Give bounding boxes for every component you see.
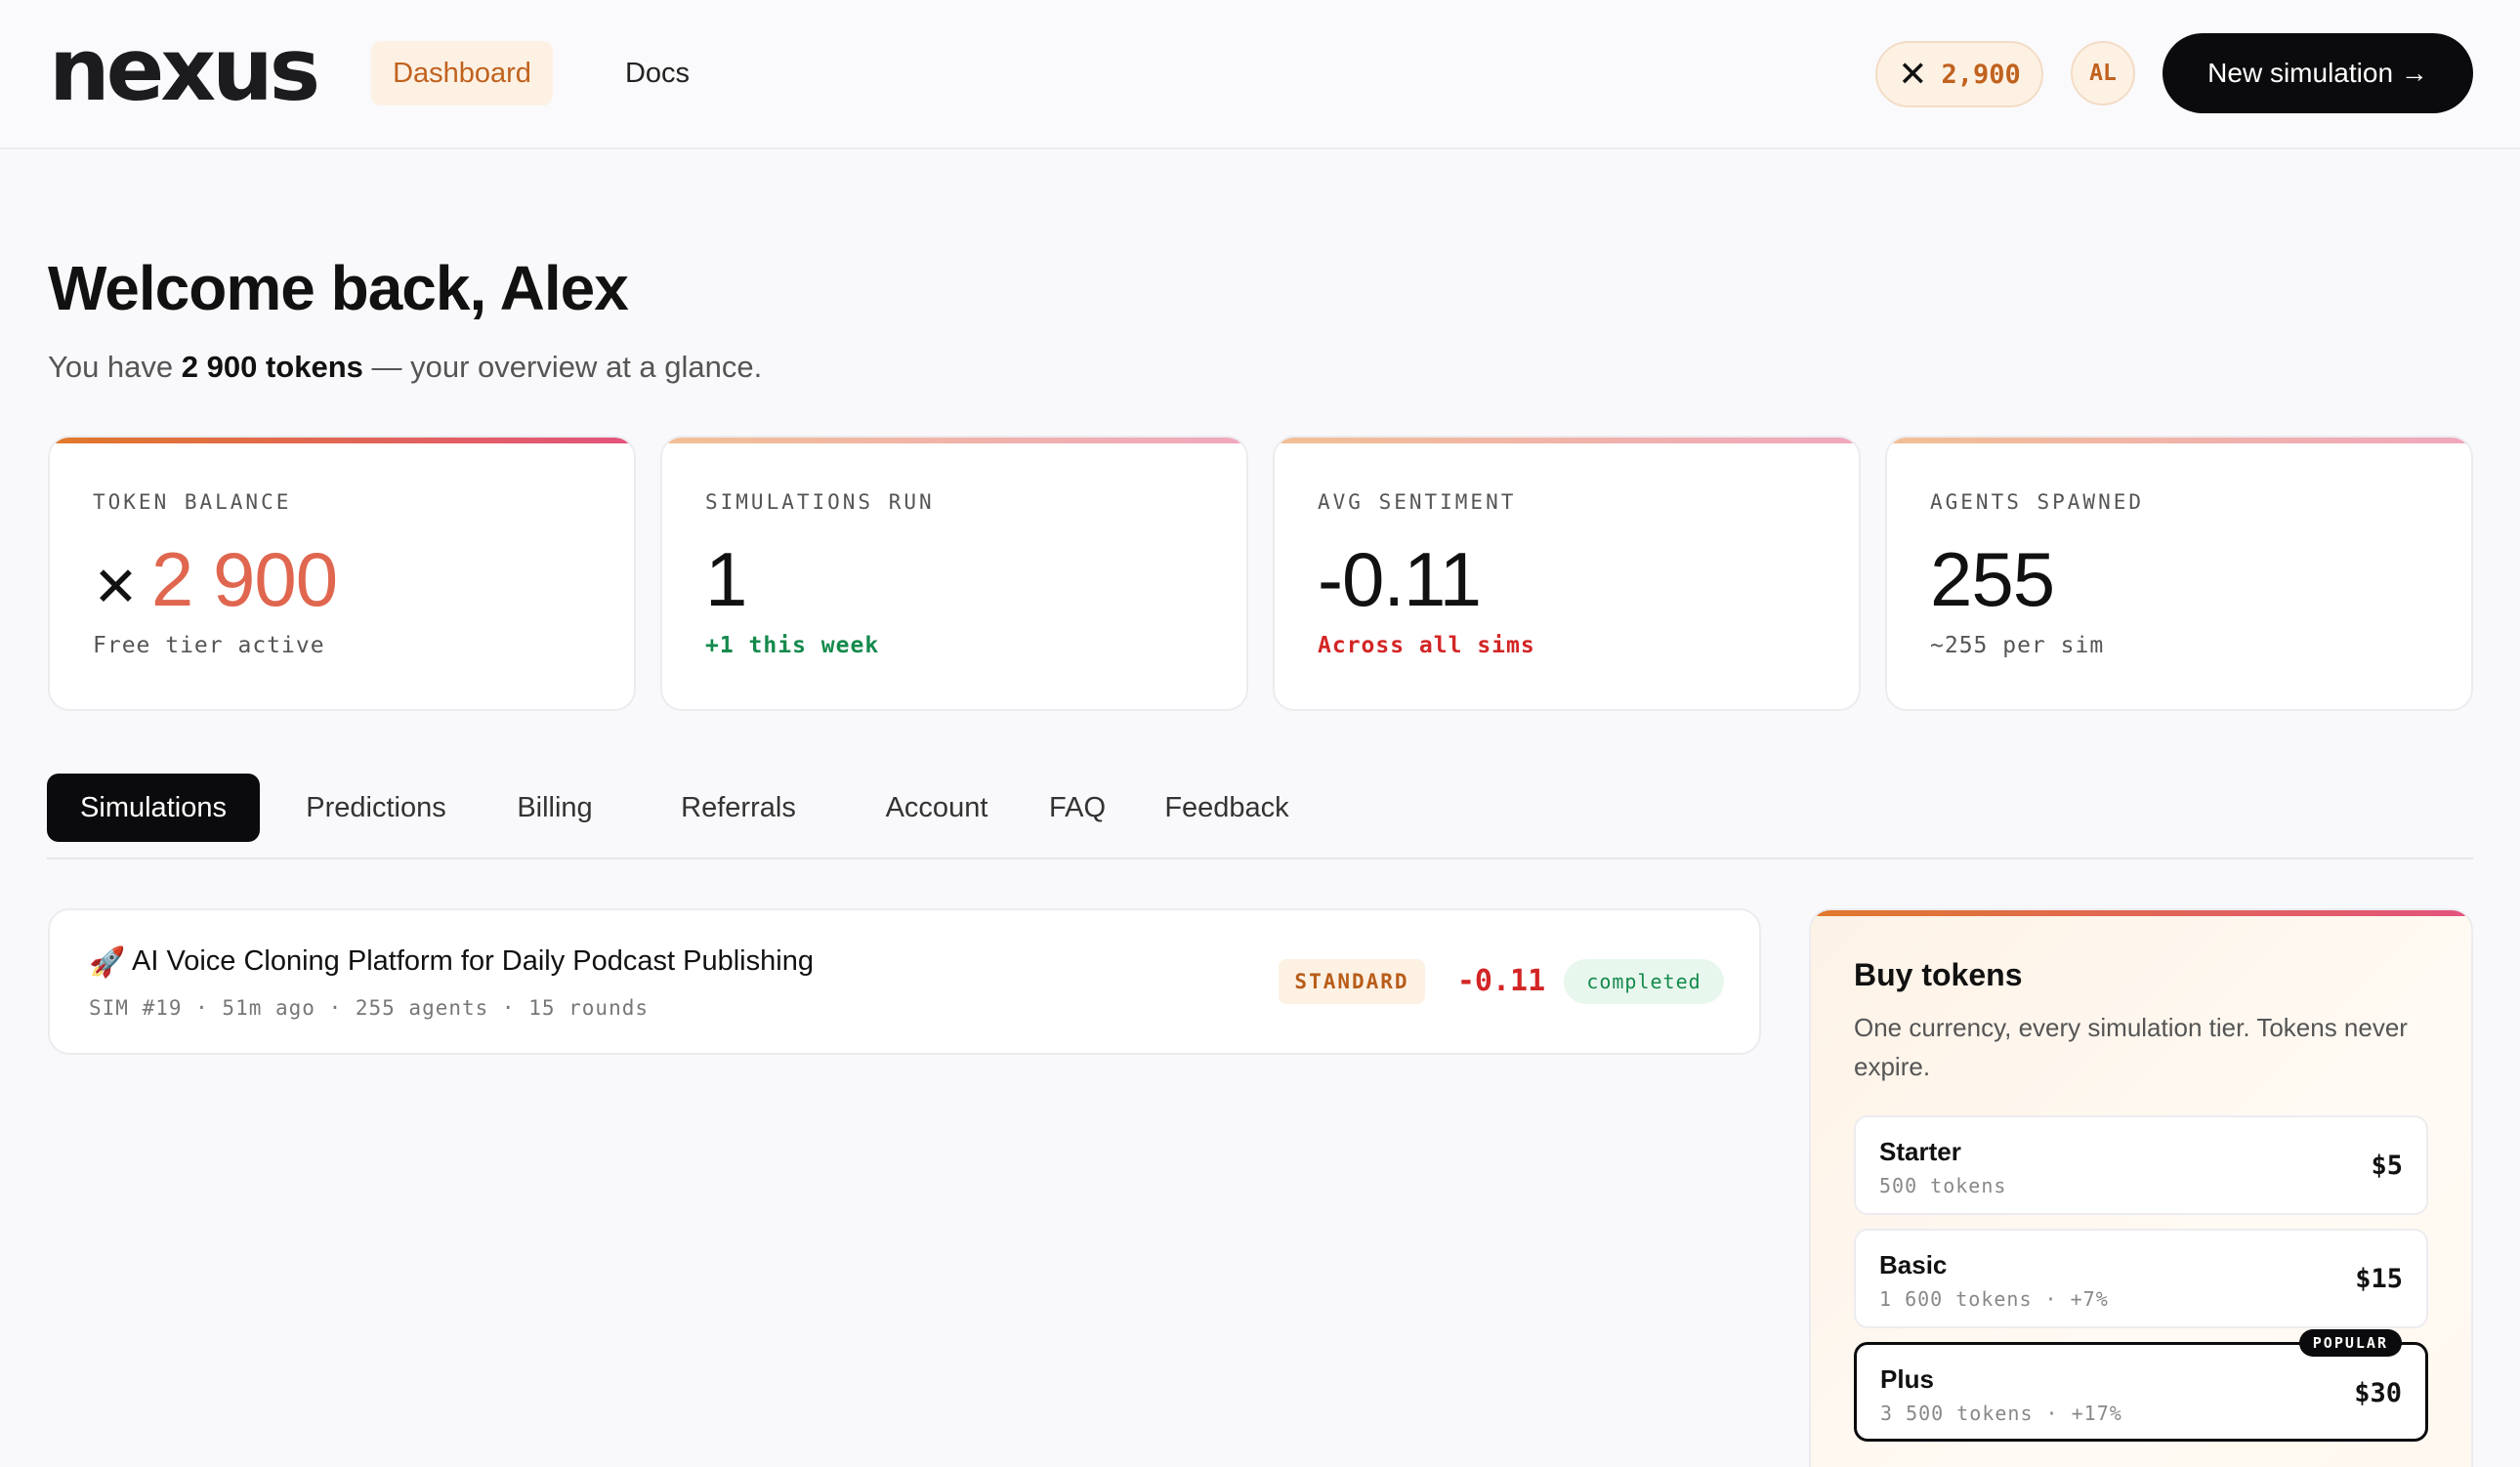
stat-card-avg-sentiment: AVG SENTIMENT -0.11 Across all sims: [1273, 436, 1861, 711]
plan-price: $15: [2355, 1264, 2403, 1294]
plan-tokens: 500 tokens: [1879, 1174, 2007, 1197]
top-header: nexus Dashboard Docs ✕ 2,900 AL New simu…: [0, 0, 2520, 149]
token-icon: ✕: [1898, 54, 1928, 94]
stat-value: 1: [705, 536, 747, 622]
svg-text:nexus: nexus: [49, 29, 317, 117]
token-icon: ✕: [93, 556, 139, 617]
token-balance-value: 2,900: [1941, 59, 2021, 90]
page-title: Welcome back, Alex: [48, 253, 629, 323]
stat-label: TOKEN BALANCE: [93, 490, 292, 514]
avatar[interactable]: AL: [2071, 41, 2135, 105]
status-badge: completed: [1564, 959, 1724, 1004]
plan-tokens: 3 500 tokens · +17%: [1880, 1402, 2122, 1425]
buy-tokens-description: One currency, every simulation tier. Tok…: [1854, 1013, 2408, 1081]
simulation-meta: SIM #19 · 51m ago · 255 agents · 15 roun…: [89, 996, 650, 1020]
dashboard-tabs: Simulations Predictions Billing Referral…: [47, 774, 2473, 859]
token-balance-pill[interactable]: ✕ 2,900: [1875, 41, 2043, 107]
stat-note: ~255 per sim: [1930, 633, 2105, 658]
stat-label: AVG SENTIMENT: [1318, 490, 1517, 514]
stat-label: AGENTS SPAWNED: [1930, 490, 2145, 514]
simulation-title: AI Voice Cloning Platform for Daily Podc…: [132, 945, 814, 977]
tab-faq[interactable]: FAQ: [1043, 774, 1112, 842]
stat-note: +1 this week: [705, 633, 880, 658]
buy-tokens-title: Buy tokens: [1854, 957, 2023, 992]
panel-accent-bar: [1811, 910, 2471, 916]
plan-price: $30: [2354, 1378, 2402, 1408]
token-balance-amount: 2 900: [150, 536, 338, 622]
new-simulation-button[interactable]: New simulation →: [2163, 33, 2473, 113]
stat-value: -0.11: [1318, 536, 1482, 622]
stat-card-token-balance: TOKEN BALANCE ✕ 2 900 Free tier active: [48, 436, 636, 711]
stat-card-agents-spawned: AGENTS SPAWNED 255 ~255 per sim: [1885, 436, 2473, 711]
card-accent-bar: [1887, 438, 2471, 443]
nav-dashboard[interactable]: Dashboard: [371, 41, 553, 105]
sentiment-score: -0.11: [1456, 964, 1546, 998]
stat-label: SIMULATIONS RUN: [705, 490, 935, 514]
plan-name: Plus: [1880, 1364, 1934, 1394]
plan-tokens: 1 600 tokens · +7%: [1879, 1287, 2109, 1311]
tab-account[interactable]: Account: [863, 774, 1010, 842]
stat-card-simulations-run: SIMULATIONS RUN 1 +1 this week: [660, 436, 1248, 711]
plan-plus[interactable]: POPULAR Plus 3 500 tokens · +17% $30: [1854, 1329, 2428, 1442]
tab-feedback[interactable]: Feedback: [1149, 774, 1305, 842]
tab-billing[interactable]: Billing: [502, 774, 608, 842]
plan-starter[interactable]: Starter 500 tokens $5: [1854, 1115, 2428, 1215]
stat-value: ✕ 2 900: [93, 535, 338, 624]
popular-badge: POPULAR: [2298, 1329, 2402, 1357]
stat-note: Free tier active: [93, 633, 325, 658]
welcome-sub-tokens: 2 900 tokens: [181, 350, 363, 384]
nexus-logo[interactable]: nexus: [49, 29, 342, 117]
tier-badge: STANDARD: [1279, 959, 1425, 1004]
tab-referrals[interactable]: Referrals: [651, 774, 826, 842]
plan-price: $5: [2371, 1151, 2403, 1181]
tab-simulations[interactable]: Simulations: [47, 774, 260, 842]
buy-tokens-panel: Buy tokens One currency, every simulatio…: [1809, 908, 2473, 1467]
welcome-subtitle: You have 2 900 tokens — your overview at…: [48, 350, 762, 385]
stat-value: 255: [1930, 536, 2055, 622]
stat-note: Across all sims: [1318, 633, 1535, 658]
plan-name: Starter: [1879, 1137, 1961, 1166]
rocket-icon: 🚀: [89, 946, 126, 979]
simulation-row[interactable]: 🚀 AI Voice Cloning Platform for Daily Po…: [48, 908, 1761, 1055]
tab-predictions[interactable]: Predictions: [291, 774, 461, 842]
welcome-sub-prefix: You have: [48, 350, 182, 384]
card-accent-bar: [50, 438, 634, 443]
nav-docs[interactable]: Docs: [596, 41, 719, 105]
plan-name: Basic: [1879, 1250, 1948, 1279]
plan-basic[interactable]: Basic 1 600 tokens · +7% $15: [1854, 1229, 2428, 1328]
welcome-sub-suffix: — your overview at a glance.: [362, 350, 763, 384]
card-accent-bar: [1275, 438, 1859, 443]
card-accent-bar: [662, 438, 1246, 443]
